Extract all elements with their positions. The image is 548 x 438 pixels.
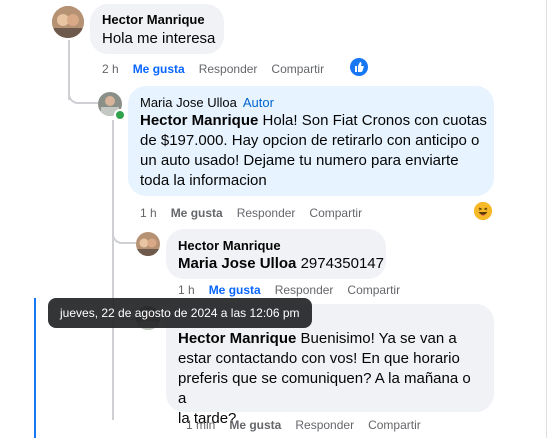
comment-line: un auto usado! Dejame tu numero para env… — [140, 152, 459, 169]
comment-time[interactable]: 1 h — [140, 206, 157, 220]
mention-link[interactable]: Hector Manrique — [140, 112, 258, 129]
comment-time[interactable]: 2 h — [102, 62, 119, 76]
comment-text: Hola me interesa — [102, 30, 216, 47]
comment-author[interactable]: Maria Jose Ulloa — [140, 95, 237, 110]
comment-text: Maria Jose Ulloa 2974350147 — [178, 254, 384, 274]
comment-actions: 1 h Me gusta Responder Compartir — [178, 283, 414, 297]
share-button[interactable]: Compartir — [347, 283, 400, 297]
comment-actions: 1 h Me gusta Responder Compartir — [140, 206, 376, 220]
comment-line: de $197.000. Hay opcion de retirarlo con… — [140, 132, 480, 149]
share-button[interactable]: Compartir — [271, 62, 324, 76]
comment-line-text: Hola! Son Fiat Cronos con cuotas — [262, 112, 487, 129]
timestamp-tooltip: jueves, 22 de agosto de 2024 a las 12:06… — [48, 298, 312, 328]
share-button[interactable]: Compartir — [368, 418, 421, 432]
comment-author[interactable]: Hector Manrique — [178, 238, 281, 253]
comment-line: Hector Manrique Hola! Son Fiat Cronos co… — [140, 111, 492, 131]
reply-button[interactable]: Responder — [237, 206, 296, 220]
comment-line: preferis que se comuniquen? A la mañana … — [178, 370, 471, 407]
mention-link[interactable]: Maria Jose Ulloa — [178, 255, 296, 272]
comment-author-row: Maria Jose Ulloa Autor — [140, 95, 274, 110]
like-button[interactable]: Me gusta — [229, 418, 281, 432]
comment-time[interactable]: 1 h — [178, 283, 195, 297]
avatar[interactable] — [52, 6, 84, 38]
thread-line — [112, 120, 114, 420]
thread-connector — [112, 226, 136, 244]
thread-connector — [68, 86, 98, 104]
like-button[interactable]: Me gusta — [209, 283, 261, 297]
comment-bubble: Maria Jose Ulloa Autor Hector Manrique Ho… — [128, 86, 494, 196]
right-divider — [546, 0, 547, 438]
comment-time[interactable]: 1 min — [186, 418, 215, 432]
scroll-focus-line — [34, 298, 36, 438]
comment-author[interactable]: Hector Manrique — [102, 12, 205, 27]
avatar[interactable] — [136, 232, 160, 256]
reply-button[interactable]: Responder — [199, 62, 258, 76]
share-button[interactable]: Compartir — [309, 206, 362, 220]
comment-bubble: Hector Manrique Maria Jose Ulloa 2974350… — [166, 229, 386, 279]
comment-text: Hector Manrique Buenisimo! Ya se van a e… — [178, 329, 478, 429]
like-reaction-icon[interactable] — [350, 58, 368, 76]
comment-text: Hector Manrique Hola! Son Fiat Cronos co… — [140, 111, 492, 191]
comment-line: estar contactando con vos! En que horari… — [178, 350, 460, 367]
comment-actions: 2 h Me gusta Responder Compartir — [102, 62, 338, 76]
comment-line-text: Buenisimo! Ya se van a — [300, 330, 457, 347]
like-button[interactable]: Me gusta — [133, 62, 185, 76]
comment-line: toda la informacion — [140, 172, 267, 189]
phone-number-text: 2974350147 — [300, 255, 384, 272]
comment-bubble: Hector Manrique Hola me interesa — [90, 4, 224, 54]
reply-button[interactable]: Responder — [295, 418, 354, 432]
online-status-indicator — [114, 109, 126, 121]
mention-link[interactable]: Hector Manrique — [178, 330, 296, 347]
author-badge: Autor — [242, 95, 274, 110]
like-button[interactable]: Me gusta — [171, 206, 223, 220]
comment-actions: 1 min Me gusta Responder Compartir — [186, 418, 435, 432]
haha-reaction-icon[interactable] — [474, 202, 492, 220]
comment-line: Hector Manrique Buenisimo! Ya se van a — [178, 329, 478, 349]
reply-button[interactable]: Responder — [275, 283, 334, 297]
